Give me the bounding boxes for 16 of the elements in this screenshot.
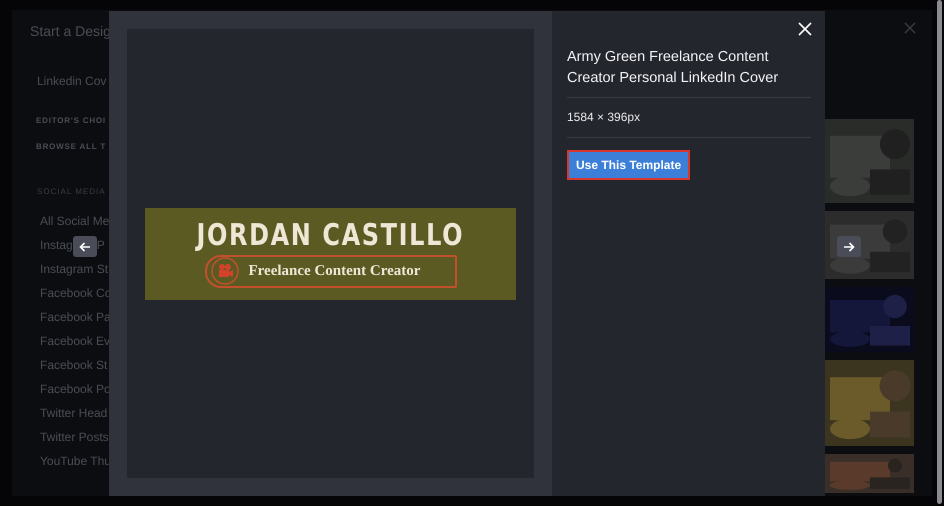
template-size: 1584 × 396px xyxy=(567,109,642,126)
template-title: Army Green Freelance Content Creator Personal LinkedIn Cover xyxy=(567,48,780,88)
scrollbar[interactable] xyxy=(937,0,942,504)
arrow-left-icon xyxy=(79,242,91,252)
arrow-right-icon xyxy=(843,242,855,252)
next-button[interactable] xyxy=(837,236,861,257)
camera-icon xyxy=(210,257,238,285)
category-label: Linkedin Cov xyxy=(37,73,108,90)
previous-button[interactable] xyxy=(73,236,97,257)
close-button[interactable] xyxy=(798,21,814,37)
use-template-button[interactable]: Use This Template xyxy=(567,150,690,180)
banner-tagline: Freelance Content Creator xyxy=(248,262,420,281)
sidebar-item[interactable]: Instag xyxy=(40,238,73,252)
sidebar-item[interactable]: P xyxy=(96,238,105,252)
close-icon xyxy=(798,22,812,36)
banner-name: JORDAN CASTILLO xyxy=(196,220,464,252)
